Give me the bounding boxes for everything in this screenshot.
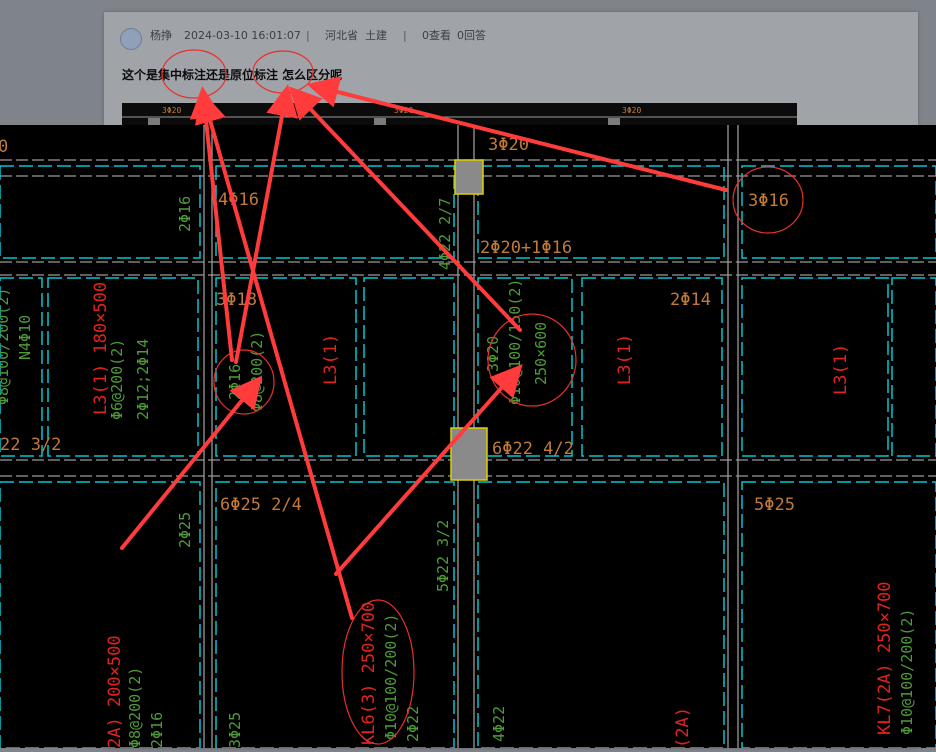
rebar-label: 250×600 [532,322,550,385]
rebar-label: 2Φ25 [176,512,194,548]
cad-drawing[interactable]: 3Φ20 4Φ16 2Φ20+1Φ16 3Φ16 2Φ14 3Φ18 6Φ22 … [0,125,936,749]
column [454,159,484,195]
rebar-label: 4Φ16 [218,190,259,210]
beam-label: KL6(3) 250×700 [359,602,379,745]
rebar-label: 3Φ20 [488,135,529,155]
rebar-label: 3Φ18 [216,290,257,310]
beam-label: KL7(2A) 250×700 [875,581,895,735]
province: 河北省 [325,29,358,42]
beam-label: L3(1) 180×500 [91,282,111,415]
rebar-label: 5Φ22 3/2 [434,520,452,592]
beam-label: (2A) [673,707,693,748]
rebar-label: 2Φ16 [148,712,166,748]
rebar-label: 3Φ25 [226,712,244,748]
orange-labels: 3Φ20 4Φ16 2Φ20+1Φ16 3Φ16 2Φ14 3Φ18 6Φ22 … [0,135,795,515]
rebar-label: 6Φ25 2/4 [220,495,302,515]
rebar-label: 2Φ16 [176,196,194,232]
drawing-thumbnail[interactable]: 3Φ20 3Φ20 3Φ20 [122,103,797,125]
rebar-label: Φ8@200(2) [126,667,144,748]
thumb-label: 3Φ20 [162,106,181,115]
rebar-label: N4Φ10 [16,315,34,360]
rebar-label: 2Φ16 [226,364,244,400]
rebar-label: 2Φ14 [670,290,711,310]
rebar-label: 4Φ22 2/7 [436,198,454,270]
answer-count: 0回答 [457,29,486,42]
thumb-label: 3Φ20 [394,106,413,115]
beam-label: L3(1) [615,334,635,385]
rebar-label: 2Φ22 [404,706,422,742]
post-datetime: 2024-03-10 16:01:07 [184,29,301,42]
category: 土建 [365,29,387,42]
rebar-label: Φ10@100/200(2) [382,614,400,740]
avatar[interactable] [120,28,142,50]
separator: | [306,29,310,42]
column [450,427,488,481]
rebar-label: 6Φ22 4/2 [492,439,574,459]
rebar-label: 22 3/2 [0,435,61,455]
beam-label: L3(1) [831,344,851,395]
rebar-label: Φ10@100/200(2) [898,609,916,735]
rebar-label: 5Φ25 [754,495,795,515]
beam-label: L3(1) [321,334,341,385]
cad-svg: 3Φ20 4Φ16 2Φ20+1Φ16 3Φ16 2Φ14 3Φ18 6Φ22 … [0,125,936,749]
question-title[interactable]: 这个是集中标注还是原位标注 怎么区分呢 [122,66,342,83]
beam-label: 2A) 200×500 [105,635,125,748]
rebar-label: 0 [0,137,8,157]
thumb-label: 3Φ20 [622,106,641,115]
rebar-label: 3Φ20 [484,336,502,372]
rebar-label: 2Φ12;2Φ14 [134,339,152,420]
separator: | [403,29,407,42]
thumbnail-svg: 3Φ20 3Φ20 3Φ20 [122,106,797,125]
rebar-label: Φ8@200(2) [248,331,266,412]
rebar-label: 4Φ22 [490,706,508,742]
author-name[interactable]: 杨挣 [150,28,172,44]
view-count: 0查看 [422,29,451,42]
rebar-label: 3Φ16 [748,191,789,211]
rebar-label: Φ8@100/200(2) [0,288,12,405]
rebar-label: Φ10@100/150(2) [506,279,524,405]
rebar-label: 2Φ20+1Φ16 [480,238,572,258]
